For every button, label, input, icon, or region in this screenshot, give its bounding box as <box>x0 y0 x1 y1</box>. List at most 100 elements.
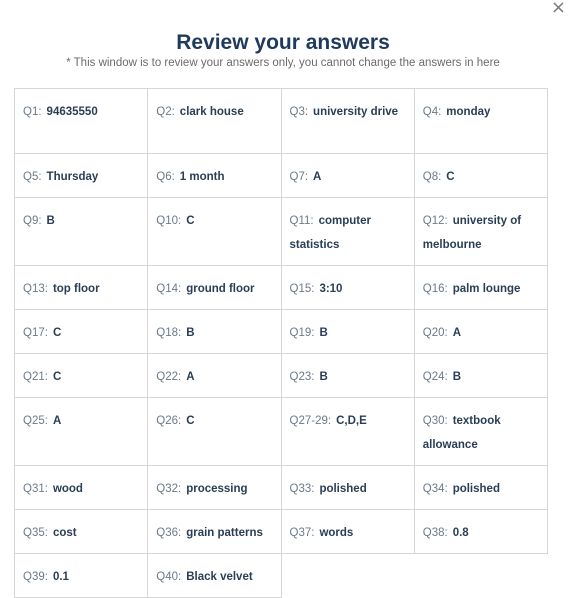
question-number: Q17: <box>23 327 48 339</box>
answer-value: B <box>319 327 328 339</box>
empty-cell <box>281 554 414 598</box>
question-number: Q14: <box>156 283 182 295</box>
answer-cell: Q6: 1 month <box>147 153 282 198</box>
answer-cell: Q7: A <box>280 153 415 198</box>
answer-cell: Q26: C <box>147 397 282 466</box>
answer-cell: Q18: B <box>147 309 282 354</box>
answer-value: grain patterns <box>186 527 263 539</box>
answer-value: clark house <box>179 106 244 118</box>
answer-value: A <box>313 171 322 183</box>
question-number: Q9: <box>23 215 42 227</box>
question-number: Q22: <box>156 371 182 383</box>
answer-value: polished <box>452 483 500 495</box>
question-number: Q4: <box>422 106 442 118</box>
answer-value: A <box>452 327 461 339</box>
answer-value: 0.8 <box>452 527 469 539</box>
answer-value: C <box>186 215 195 227</box>
question-number: Q36: <box>156 527 182 539</box>
question-number: Q1: <box>23 106 42 118</box>
answers-row: Q9: B Q10: C Q11: computer statistics Q12: univ… <box>13 197 549 266</box>
question-number: Q26: <box>156 415 182 427</box>
answer-value: top floor <box>52 283 100 295</box>
question-number: Q39: <box>23 571 48 583</box>
answers-row: Q1: 94635550 Q2: clark house Q3: university d… <box>13 88 549 154</box>
answer-value: A <box>52 415 62 427</box>
question-number: Q33: <box>289 483 315 495</box>
answer-value: processing <box>186 483 248 495</box>
answers-row: Q13: top floor Q14: ground floor Q15: 3:10 Q16… <box>13 265 549 310</box>
answer-cell: Q5: Thursday <box>13 153 149 198</box>
question-number: Q11: <box>289 215 314 227</box>
answer-value: A <box>186 371 195 383</box>
answer-cell: Q17: C <box>13 309 149 354</box>
answers-row: Q39: 0.1 Q40: Black velvet <box>13 553 548 598</box>
answer-value: ground floor <box>186 283 255 295</box>
answer-value: B <box>452 371 461 383</box>
question-number: Q31: <box>23 483 48 495</box>
answers-row: Q21: C Q22: A Q23: B Q24: B <box>13 353 549 398</box>
answers-row: Q5: Thursday Q6: 1 month Q7: A Q8: C <box>13 153 549 198</box>
question-number: Q6: <box>156 171 175 183</box>
answer-cell: Q11: computer statistics <box>280 197 415 266</box>
question-number: Q19: <box>289 327 315 339</box>
answer-value: palm lounge <box>452 283 521 295</box>
answer-cell: Q14: ground floor <box>147 265 282 310</box>
close-icon[interactable]: × <box>551 0 566 17</box>
answer-cell: Q24: B <box>413 353 549 398</box>
answer-value: words <box>319 527 354 539</box>
question-number: Q37: <box>289 527 315 539</box>
answer-cell: Q20: A <box>413 309 549 354</box>
question-number: Q34: <box>422 483 448 495</box>
answer-value: B <box>186 327 195 339</box>
answer-value: C <box>446 171 455 183</box>
answer-value: polished <box>319 483 367 495</box>
question-number: Q35: <box>23 527 48 539</box>
question-number: Q18: <box>156 327 182 339</box>
answer-cell: Q15: 3:10 <box>280 265 415 310</box>
answer-cell: Q25: A <box>13 397 149 466</box>
question-number: Q16: <box>422 283 448 295</box>
answer-value: Black velvet <box>186 571 253 583</box>
question-number: Q8: <box>422 171 442 183</box>
question-number: Q2: <box>156 106 175 118</box>
question-number: Q21: <box>23 371 48 383</box>
answer-value: cost <box>52 527 77 539</box>
answer-cell: Q37: words <box>280 509 415 554</box>
answer-cell: Q13: top floor <box>13 265 149 310</box>
answer-cell: Q3: university drive <box>280 88 415 154</box>
answer-value: 0.1 <box>52 571 69 583</box>
answer-cell: Q36: grain patterns <box>147 509 282 554</box>
question-number: Q27-29: <box>289 415 332 427</box>
question-number: Q30: <box>422 415 448 427</box>
answer-value: monday <box>446 106 491 118</box>
answer-cell: Q23: B <box>280 353 415 398</box>
answer-value: 1 month <box>179 171 225 183</box>
answer-value: Thursday <box>46 171 99 183</box>
answer-value: 94635550 <box>46 106 98 118</box>
answer-value: B <box>319 371 328 383</box>
answer-cell: Q12: university of melbourne <box>413 197 549 266</box>
answer-cell: Q10: C <box>147 197 282 266</box>
answers-row: Q31: wood Q32: processing Q33: polished Q34: po… <box>13 465 549 510</box>
answer-cell: Q30: textbook allowance <box>413 397 549 466</box>
answer-cell: Q21: C <box>13 353 149 398</box>
answers-table: Q1: 94635550 Q2: clark house Q3: university d… <box>13 88 549 598</box>
answer-cell: Q39: 0.1 <box>13 553 149 598</box>
answers-row: Q17: C Q18: B Q19: B Q20: A <box>13 309 549 354</box>
answer-cell: Q2: clark house <box>147 88 282 154</box>
question-number: Q20: <box>422 327 448 339</box>
answers-row: Q25: A Q26: C Q27-29: C,D,E Q30: textbook allow… <box>13 397 549 466</box>
answer-cell: Q31: wood <box>13 465 149 510</box>
answer-cell: Q9: B <box>13 197 149 266</box>
question-number: Q40: <box>156 571 182 583</box>
answer-cell: Q32: processing <box>147 465 282 510</box>
question-number: Q10: <box>156 215 182 227</box>
answer-cell: Q33: polished <box>280 465 415 510</box>
answer-cell: Q34: polished <box>413 465 549 510</box>
answer-value: C <box>52 327 62 339</box>
answer-cell: Q4: monday <box>413 88 549 154</box>
answer-value: wood <box>52 483 83 495</box>
question-number: Q12: <box>422 215 448 227</box>
answer-cell: Q8: C <box>413 153 549 198</box>
answer-cell: Q40: Black velvet <box>147 553 282 598</box>
